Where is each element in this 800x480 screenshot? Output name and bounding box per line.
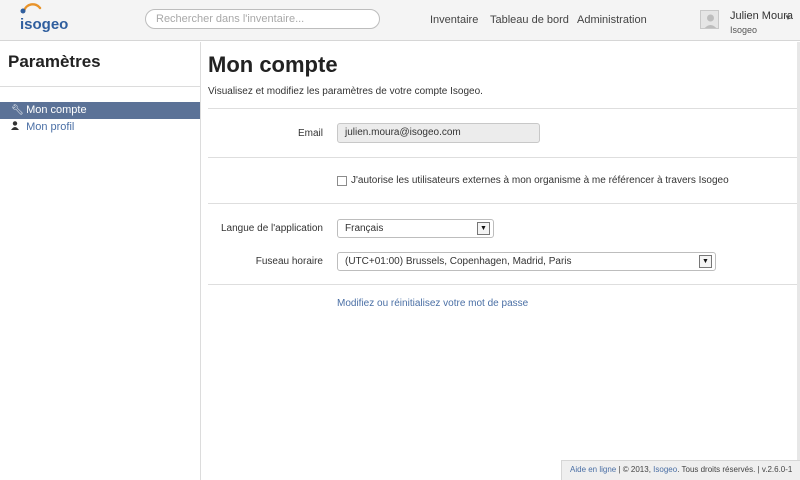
language-value: Français <box>345 223 384 234</box>
footer-rights: . Tous droits réservés. | v.2.6.0-1 <box>677 465 793 474</box>
settings-sidebar: Paramètres 🔧︎ Mon compte Mon profil <box>0 42 201 480</box>
sidebar-item-mon-compte[interactable]: 🔧︎ Mon compte <box>0 102 200 119</box>
reset-password-link[interactable]: Modifiez ou réinitialisez votre mot de p… <box>337 298 528 309</box>
svg-text:isogeo: isogeo <box>20 16 68 33</box>
divider <box>208 157 800 158</box>
help-link[interactable]: Aide en ligne <box>570 465 616 474</box>
footer: Aide en ligne | © 2013, Isogeo. Tous dro… <box>561 460 800 480</box>
dropdown-arrow-icon[interactable]: ▼ <box>477 222 490 235</box>
user-icon <box>11 119 23 136</box>
nav-tableau-de-bord[interactable]: Tableau de bord <box>490 14 569 26</box>
timezone-select[interactable]: (UTC+01:00) Brussels, Copenhagen, Madrid… <box>337 252 716 271</box>
user-silhouette-icon <box>704 14 717 28</box>
sidebar-title: Paramètres <box>8 52 101 71</box>
language-label: Langue de l'application <box>221 223 323 234</box>
sidebar-divider <box>0 86 200 87</box>
page-subtitle: Visualisez et modifiez les paramètres de… <box>208 86 483 97</box>
external-referencing-label[interactable]: J'autorise les utilisateurs externes à m… <box>351 175 729 186</box>
divider <box>208 284 800 285</box>
email-label: Email <box>297 128 323 139</box>
wrench-icon: 🔧︎ <box>11 105 24 116</box>
divider <box>208 203 800 204</box>
isogeo-link[interactable]: Isogeo <box>653 465 677 474</box>
user-organization: Isogeo <box>730 25 758 35</box>
sidebar-item-label: Mon compte <box>26 104 87 116</box>
avatar[interactable] <box>700 10 719 29</box>
page-title: Mon compte <box>208 52 338 77</box>
sidebar-item-label: Mon profil <box>26 121 75 133</box>
timezone-label: Fuseau horaire <box>255 256 323 267</box>
top-navbar: isogeo Inventaire Tableau de bord Admini… <box>0 0 800 41</box>
footer-copyright: | © 2013, <box>616 465 654 474</box>
divider <box>208 108 800 109</box>
caret-down-icon[interactable]: ▼ <box>784 13 792 22</box>
nav-administration[interactable]: Administration <box>577 14 647 26</box>
external-referencing-checkbox[interactable] <box>337 176 347 186</box>
isogeo-logo[interactable]: isogeo <box>14 3 84 35</box>
language-select[interactable]: Français ▼ <box>337 219 494 238</box>
dropdown-arrow-icon[interactable]: ▼ <box>699 255 712 268</box>
timezone-value: (UTC+01:00) Brussels, Copenhagen, Madrid… <box>345 256 572 267</box>
sidebar-item-mon-profil[interactable]: Mon profil <box>0 119 200 136</box>
email-field: julien.moura@isogeo.com <box>337 123 540 143</box>
nav-inventaire[interactable]: Inventaire <box>430 14 478 26</box>
search-input[interactable] <box>145 9 380 29</box>
